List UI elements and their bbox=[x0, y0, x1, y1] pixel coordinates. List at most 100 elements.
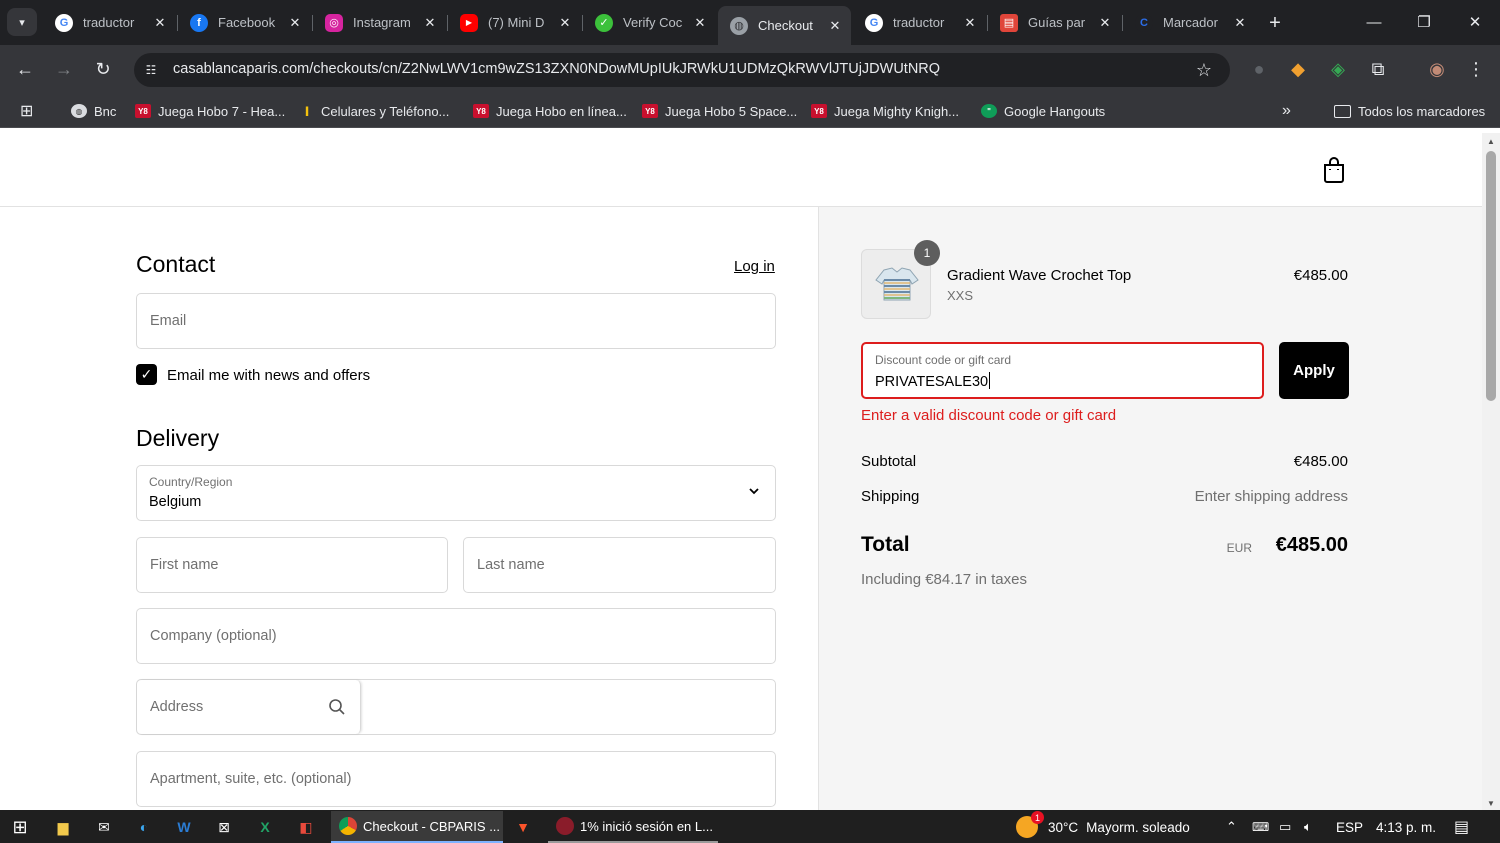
volume-icon[interactable]: 🔈︎ bbox=[1304, 811, 1312, 843]
guide-icon: ▤ bbox=[1000, 13, 1018, 32]
excel-icon[interactable]: X bbox=[250, 813, 280, 841]
scroll-up-arrow[interactable]: ▲ bbox=[1486, 137, 1496, 146]
taskbar-chrome-checkout[interactable]: Checkout - CBPARIS ... bbox=[331, 811, 503, 843]
chevron-down-icon bbox=[749, 488, 759, 495]
newsletter-checkbox[interactable]: ✓ bbox=[136, 364, 157, 385]
language-indicator[interactable]: ESP bbox=[1336, 811, 1363, 843]
tab-guias[interactable]: ▤ Guías par ✕ bbox=[988, 6, 1121, 39]
first-name-field[interactable]: First name bbox=[136, 537, 448, 593]
scrollbar-thumb[interactable] bbox=[1486, 151, 1496, 401]
bookmark-label: Juega Mighty Knigh... bbox=[834, 103, 960, 119]
company-field[interactable]: Company (optional) bbox=[136, 608, 776, 664]
site-info-icon[interactable]: ☷ bbox=[141, 60, 161, 80]
tab-traductor-1[interactable]: G traductor ✕ bbox=[43, 6, 176, 39]
address-autocomplete-box[interactable]: Address bbox=[137, 680, 361, 734]
back-button[interactable]: ← bbox=[11, 55, 39, 83]
bookmark-item[interactable]: ▍ Celulares y Teléfono... bbox=[304, 101, 449, 121]
minimize-button[interactable]: — bbox=[1354, 8, 1394, 36]
email-field[interactable]: Email bbox=[136, 293, 776, 349]
tab-facebook[interactable]: f Facebook ✕ bbox=[178, 6, 311, 39]
tab-traductor-2[interactable]: G traductor ✕ bbox=[853, 6, 986, 39]
extension-icon[interactable]: ◆ bbox=[1284, 55, 1312, 83]
close-icon[interactable]: ✕ bbox=[557, 15, 573, 31]
brave-icon[interactable]: ▼ bbox=[508, 813, 538, 841]
close-icon[interactable]: ✕ bbox=[827, 18, 843, 34]
shopping-bag-icon[interactable] bbox=[1322, 157, 1346, 183]
bookmark-item[interactable]: " Google Hangouts bbox=[981, 101, 1105, 121]
notification-center-icon[interactable]: ▤ bbox=[1454, 811, 1469, 843]
bookmark-item[interactable]: Y8 Juega Mighty Knigh... bbox=[811, 101, 959, 121]
edge-icon[interactable]: ◐ bbox=[129, 813, 159, 841]
tab-checkout[interactable]: ◍ Checkout ✕ bbox=[718, 6, 851, 45]
profile-avatar-icon[interactable]: ◉ bbox=[1423, 55, 1451, 83]
close-icon[interactable]: ✕ bbox=[962, 15, 978, 31]
product-name: Gradient Wave Crochet Top bbox=[947, 267, 1132, 284]
weather-text: Mayorm. soleado bbox=[1086, 819, 1190, 835]
search-icon[interactable] bbox=[328, 698, 346, 716]
store-icon[interactable]: ⊠ bbox=[209, 813, 239, 841]
bookmark-item[interactable]: ◍ Bnc bbox=[71, 101, 116, 121]
tab-marcador[interactable]: C Marcador ✕ bbox=[1123, 6, 1256, 39]
chrome-icon bbox=[339, 817, 357, 835]
windows-start-icon[interactable]: ⊞ bbox=[5, 813, 35, 841]
all-bookmarks-button[interactable]: Todos los marcadores bbox=[1334, 101, 1485, 121]
bookmarks-overflow-button[interactable]: » bbox=[1282, 101, 1291, 121]
bookmark-item[interactable]: Y8 Juega Hobo 5 Space... bbox=[642, 101, 797, 121]
login-link[interactable]: Log in bbox=[734, 258, 775, 275]
bookmark-label: Juega Hobo 5 Space... bbox=[665, 103, 798, 119]
new-tab-button[interactable]: + bbox=[1262, 10, 1288, 36]
last-name-field[interactable]: Last name bbox=[463, 537, 776, 593]
tab-instagram[interactable]: ◎ Instagram ✕ bbox=[313, 6, 446, 39]
close-icon[interactable]: ✕ bbox=[152, 15, 168, 31]
taskbar-game-window[interactable]: 1% inició sesión en L... bbox=[548, 811, 718, 843]
discount-code-input[interactable]: Discount code or gift card PRIVATESALE30 bbox=[861, 342, 1264, 399]
page-scrollbar[interactable]: ▲ ▼ bbox=[1482, 133, 1500, 810]
mail-icon[interactable]: ✉ bbox=[89, 813, 119, 841]
subtotal-label: Subtotal bbox=[861, 453, 917, 470]
tab-search-button[interactable]: ▾ bbox=[7, 8, 37, 36]
office-icon[interactable]: ◧ bbox=[291, 813, 321, 841]
menu-kebab-icon[interactable]: ⋮ bbox=[1462, 55, 1490, 83]
close-icon[interactable]: ✕ bbox=[1232, 15, 1248, 31]
input-method-icon[interactable]: ⌨ bbox=[1252, 811, 1269, 843]
close-icon[interactable]: ✕ bbox=[1097, 15, 1113, 31]
close-icon[interactable]: ✕ bbox=[422, 15, 438, 31]
url-text[interactable]: casablancaparis.com/checkouts/cn/Z2NwLWV… bbox=[173, 61, 940, 77]
bookmark-label: Google Hangouts bbox=[1004, 103, 1106, 119]
restore-button[interactable]: ❐ bbox=[1404, 8, 1444, 36]
google-icon: G bbox=[865, 13, 883, 32]
bookmark-item[interactable]: Y8 Juega Hobo en línea... bbox=[473, 101, 627, 121]
country-select[interactable]: Country/Region Belgium bbox=[136, 465, 776, 521]
clock[interactable]: 4:13 p. m. bbox=[1376, 811, 1436, 843]
taxes-note: Including €84.17 in taxes bbox=[861, 571, 1027, 588]
network-icon[interactable]: ▭ bbox=[1279, 811, 1291, 843]
file-explorer-icon[interactable]: ▆ bbox=[48, 813, 78, 841]
tab-title: Checkout bbox=[758, 18, 813, 33]
tab-youtube[interactable]: ▶ (7) Mini D ✕ bbox=[448, 6, 581, 39]
extension-icon[interactable]: ◈ bbox=[1324, 55, 1352, 83]
scroll-down-arrow[interactable]: ▼ bbox=[1486, 799, 1496, 808]
word-icon[interactable]: W bbox=[169, 813, 199, 841]
discount-error-message: Enter a valid discount code or gift card bbox=[861, 407, 1117, 424]
apply-button[interactable]: Apply bbox=[1279, 342, 1349, 399]
folder-icon bbox=[1334, 104, 1351, 118]
close-icon[interactable]: ✕ bbox=[692, 15, 708, 31]
apps-grid-icon[interactable]: ⊞ bbox=[20, 101, 33, 121]
bookmark-item[interactable]: Y8 Juega Hobo 7 - Hea... bbox=[135, 101, 285, 121]
company-placeholder: Company (optional) bbox=[150, 628, 277, 644]
tab-title: Marcador bbox=[1163, 15, 1218, 30]
bookmark-star-icon[interactable]: ☆ bbox=[1192, 58, 1216, 82]
extensions-puzzle-icon[interactable]: ⧉ bbox=[1364, 55, 1392, 83]
close-window-button[interactable]: ✕ bbox=[1455, 8, 1495, 36]
weather-widget[interactable]: 1 30°C Mayorm. soleado bbox=[1016, 811, 1190, 843]
extension-icon[interactable]: ● bbox=[1245, 55, 1273, 83]
last-name-placeholder: Last name bbox=[477, 557, 545, 573]
show-hidden-icons-icon[interactable]: ⌃ bbox=[1226, 811, 1237, 843]
address-field[interactable]: Address bbox=[136, 679, 776, 735]
forward-button[interactable]: → bbox=[50, 55, 78, 83]
close-icon[interactable]: ✕ bbox=[287, 15, 303, 31]
crochet-top-image bbox=[875, 267, 919, 301]
reload-button[interactable]: ↻ bbox=[89, 55, 117, 83]
tab-verify[interactable]: ✓ Verify Coc ✕ bbox=[583, 6, 716, 39]
apartment-field[interactable]: Apartment, suite, etc. (optional) bbox=[136, 751, 776, 807]
